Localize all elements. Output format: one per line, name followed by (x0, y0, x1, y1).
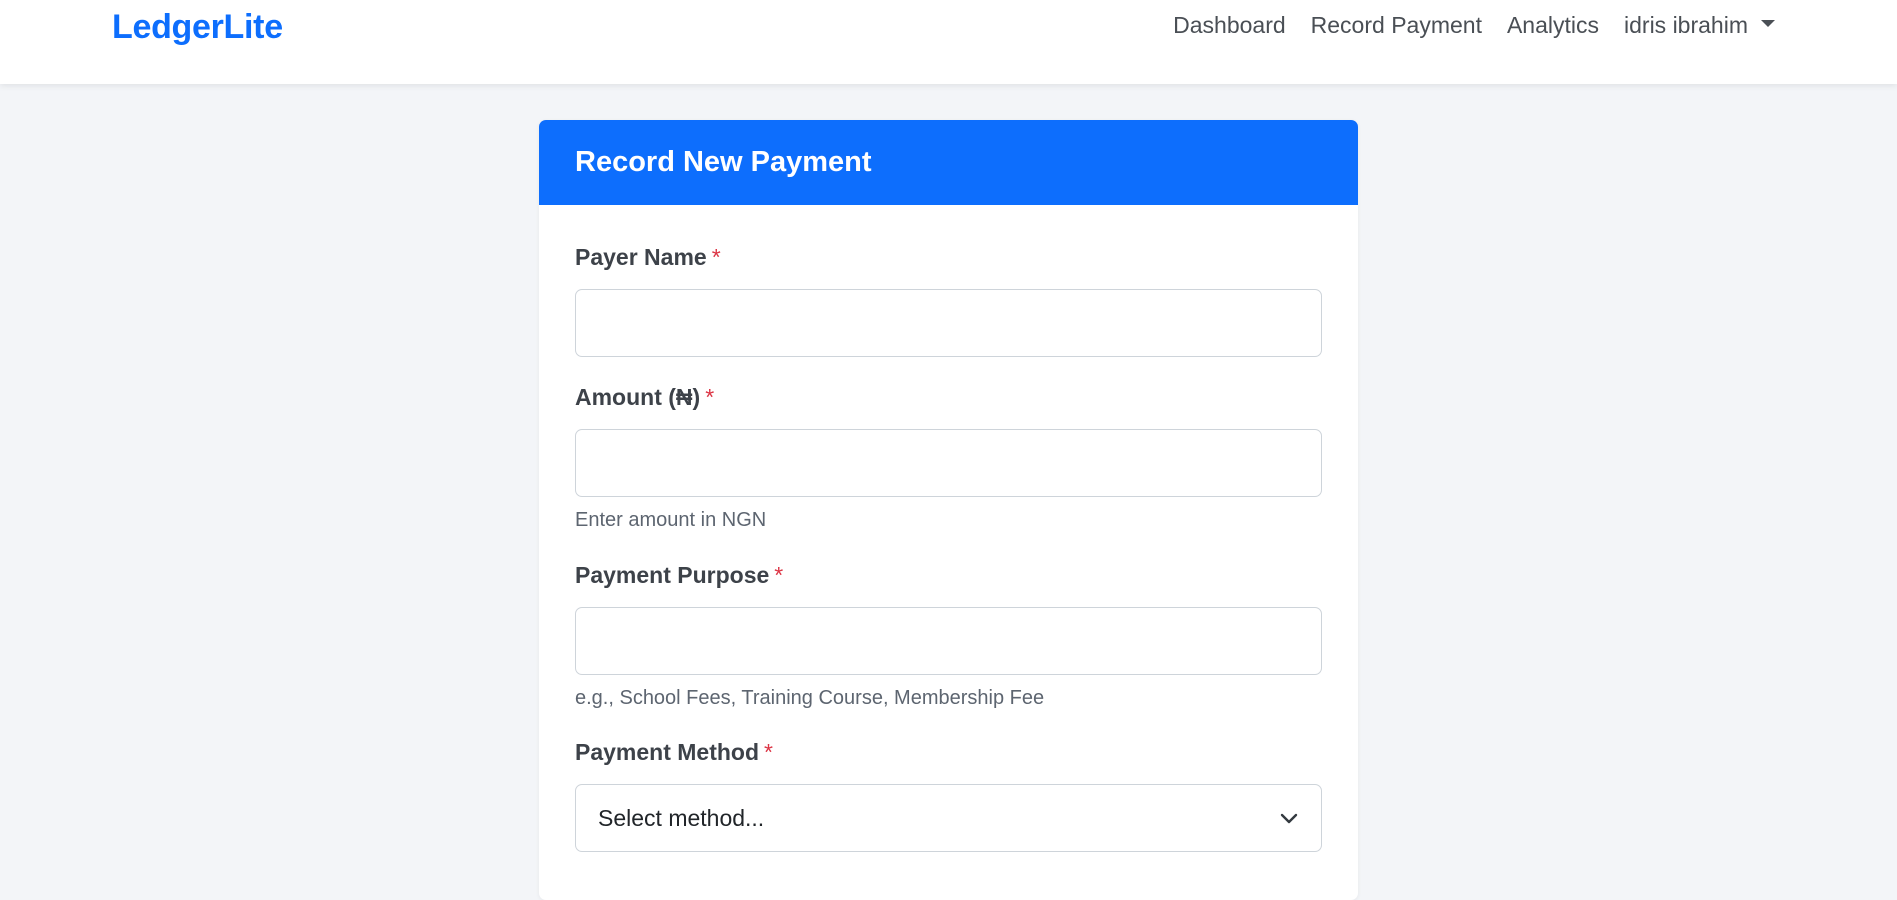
amount-label: Amount (₦) * (575, 384, 714, 411)
required-marker: * (705, 384, 715, 410)
nav-link-dashboard[interactable]: Dashboard (1173, 12, 1286, 39)
payer-name-label: Payer Name * (575, 244, 721, 271)
amount-input[interactable] (575, 429, 1322, 497)
nav-link-analytics[interactable]: Analytics (1507, 12, 1599, 39)
purpose-input[interactable] (575, 607, 1322, 675)
required-marker: * (764, 739, 773, 765)
chevron-down-icon (1280, 813, 1298, 824)
amount-label-text: Amount (₦) (575, 384, 701, 410)
record-payment-card: Record New Payment Payer Name * Amount (₦… (539, 120, 1358, 900)
user-name: idris ibrahim (1624, 12, 1748, 38)
payment-method-select[interactable]: Select method... (575, 784, 1322, 852)
caret-down-icon (1761, 20, 1775, 27)
nav-link-record-payment[interactable]: Record Payment (1311, 12, 1482, 39)
top-navbar: LedgerLite Dashboard Record Payment Anal… (0, 0, 1897, 84)
required-marker: * (774, 562, 784, 588)
purpose-label-text: Payment Purpose (575, 562, 770, 588)
amount-help-text: Enter amount in NGN (575, 509, 767, 531)
card-title: Record New Payment (575, 146, 872, 178)
payer-name-label-text: Payer Name (575, 244, 707, 270)
payer-name-input[interactable] (575, 289, 1322, 357)
required-marker: * (711, 244, 721, 270)
purpose-help-text: e.g., School Fees, Training Course, Memb… (575, 687, 1045, 709)
payment-method-selected: Select method... (598, 804, 765, 831)
user-menu-toggle[interactable]: idris ibrahim (1624, 12, 1775, 39)
method-label: Payment Method * (575, 739, 773, 766)
method-label-text: Payment Method (575, 739, 760, 765)
purpose-label: Payment Purpose * (575, 562, 783, 589)
brand-logo[interactable]: LedgerLite (112, 8, 283, 47)
nav-links: Dashboard Record Payment Analytics idris… (1173, 12, 1775, 39)
card-header: Record New Payment (539, 120, 1358, 205)
